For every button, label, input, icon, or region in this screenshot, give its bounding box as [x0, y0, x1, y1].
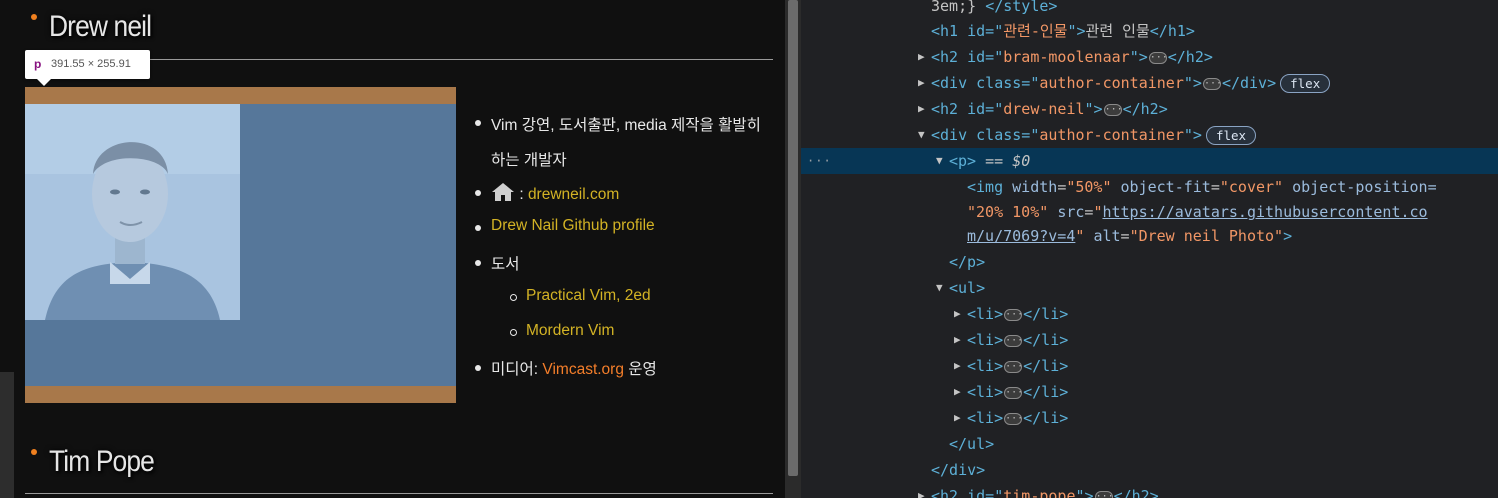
heading-tim-pope: Tim Pope	[49, 445, 155, 478]
list-bullet	[475, 190, 481, 196]
expand-arrow-icon[interactable]: ▶	[954, 405, 961, 431]
book-link-practical-vim[interactable]: Practical Vim, 2ed	[526, 287, 651, 305]
dom-node-h2-tim[interactable]: ▶ <h2 id="tim-pope"> ···</h2>	[801, 483, 1498, 498]
page-scrollbar-thumb[interactable]	[788, 0, 798, 476]
dom-node-h2-bram[interactable]: ▶ <h2 id="bram-moolenaar"> ···</h2>	[801, 44, 1498, 70]
expand-arrow-icon[interactable]: ▶	[954, 301, 961, 327]
list-item-description-cont: 하는 개발자	[491, 152, 567, 169]
expand-arrow-icon[interactable]: ▶	[918, 96, 925, 122]
github-profile-link[interactable]: Drew Nail Github profile	[491, 217, 655, 235]
list-item-media: 미디어: Vimcast.org 운영	[491, 357, 657, 379]
collapsed-ellipsis[interactable]: ···	[1094, 490, 1114, 498]
dom-node-li[interactable]: ▶ <li> ···</li>	[801, 353, 1498, 379]
author-info-list: Vim 강연, 도서출판, media 제작을 활발히 하는 개발자 : dre…	[0, 0, 785, 498]
dom-node-p-selected[interactable]: ··· ▼ <p> == $0	[801, 148, 1498, 174]
dom-node-li[interactable]: ▶ <li> ···</li>	[801, 327, 1498, 353]
list-item-description: Vim 강연, 도서출판, media 제작을 활발히	[491, 117, 761, 134]
dom-node-li[interactable]: ▶ <li> ···</li>	[801, 379, 1498, 405]
collapsed-ellipsis[interactable]: ···	[1103, 103, 1123, 116]
dom-node-img[interactable]: <img width="50%" object-fit="cover" obje…	[801, 174, 1498, 200]
devtools-elements-panel: 3em;} </style> <h1 id="관련-인물">관련 인물</h1>…	[801, 0, 1498, 498]
dom-node-img-cont2[interactable]: m/u/7069?v=4" alt="Drew neil Photo">	[801, 223, 1498, 249]
dom-node-style-end[interactable]: 3em;} </style>	[801, 0, 1498, 19]
collapsed-ellipsis[interactable]: ···	[1148, 51, 1168, 64]
expand-arrow-icon[interactable]: ▶	[918, 44, 925, 70]
list-bullet	[475, 365, 481, 371]
collapse-arrow-icon[interactable]: ▼	[936, 148, 943, 174]
collapsed-ellipsis[interactable]: ···	[1202, 77, 1222, 90]
more-options-icon[interactable]: ···	[807, 148, 832, 174]
page-viewport: Drew neil p 391.55 × 255.91 Vim 강연, 도서출판…	[0, 0, 785, 498]
dom-node-ul-close[interactable]: </ul>	[801, 431, 1498, 457]
homepage-link[interactable]: drewneil.com	[528, 186, 619, 203]
expand-arrow-icon[interactable]: ▶	[954, 327, 961, 353]
list-bullet	[475, 260, 481, 266]
collapsed-ellipsis[interactable]: ···	[1004, 412, 1023, 425]
sub-list-bullet	[510, 329, 517, 336]
dom-node-li[interactable]: ▶ <li> ···</li>	[801, 301, 1498, 327]
collapse-arrow-icon[interactable]: ▼	[918, 122, 925, 148]
homepage-separator: :	[519, 186, 524, 203]
dom-node-h2-drew[interactable]: ▶ <h2 id="drew-neil"> ···</h2>	[801, 96, 1498, 122]
img-src-link-cont[interactable]: m/u/7069?v=4	[967, 227, 1075, 245]
dom-node-div-close[interactable]: </div>	[801, 457, 1498, 483]
collapsed-ellipsis[interactable]: ···	[1004, 386, 1023, 399]
img-src-link[interactable]: https://avatars.githubusercontent.co	[1102, 203, 1427, 221]
heading-divider	[25, 493, 773, 494]
heading-bullet-icon	[31, 449, 37, 455]
dom-node-div-author-2[interactable]: ▼ <div class="author-container"> flex	[801, 122, 1498, 148]
list-bullet	[475, 120, 481, 126]
media-prefix: 미디어:	[491, 361, 539, 378]
collapse-arrow-icon[interactable]: ▼	[936, 275, 943, 301]
flex-badge[interactable]: flex	[1280, 74, 1331, 93]
collapsed-ellipsis[interactable]: ···	[1004, 334, 1023, 347]
dom-node-ul[interactable]: ▼ <ul>	[801, 275, 1498, 301]
flex-badge[interactable]: flex	[1205, 126, 1257, 145]
list-item-homepage: : drewneil.com	[491, 182, 619, 204]
collapsed-ellipsis[interactable]: ···	[1004, 360, 1023, 373]
dom-node-div-author-1[interactable]: ▶ <div class="author-container"> ···</div…	[801, 70, 1498, 96]
dom-node-h1[interactable]: <h1 id="관련-인물">관련 인물</h1>	[801, 18, 1498, 44]
sub-list-bullet	[510, 294, 517, 301]
expand-arrow-icon[interactable]: ▶	[918, 483, 925, 498]
collapsed-ellipsis[interactable]: ···	[1004, 308, 1023, 321]
book-link-modern-vim[interactable]: Mordern Vim	[526, 322, 614, 340]
expand-arrow-icon[interactable]: ▶	[918, 70, 925, 96]
dom-node-p-close[interactable]: </p>	[801, 249, 1498, 275]
expand-arrow-icon[interactable]: ▶	[954, 353, 961, 379]
dom-node-img-cont[interactable]: "20% 10%" src="https://avatars.githubuse…	[801, 199, 1498, 225]
media-suffix: 운영	[628, 361, 657, 378]
list-item-books: 도서	[491, 256, 520, 273]
dom-node-li[interactable]: ▶ <li> ···</li>	[801, 405, 1498, 431]
home-icon	[492, 183, 514, 201]
expand-arrow-icon[interactable]: ▶	[954, 379, 961, 405]
background-window-edge	[0, 372, 14, 498]
list-bullet	[475, 225, 481, 231]
vimcast-link[interactable]: Vimcast.org	[542, 361, 624, 378]
